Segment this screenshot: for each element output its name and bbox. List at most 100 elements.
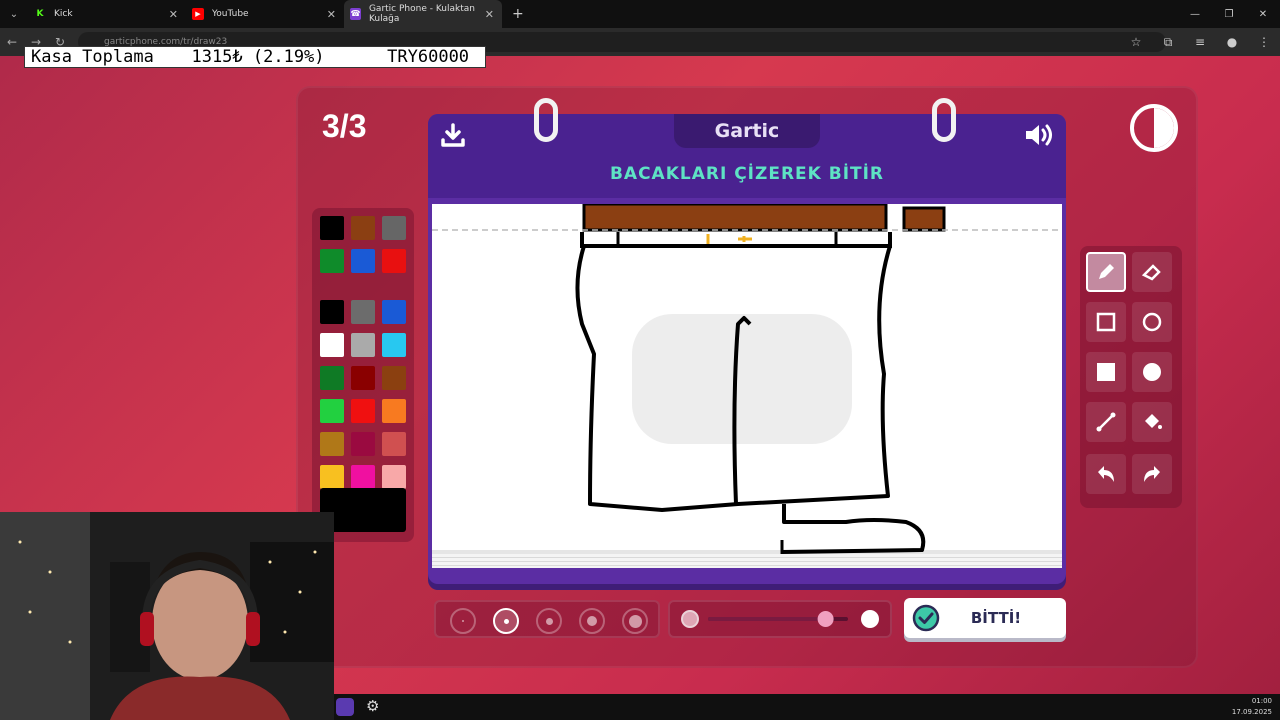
color-swatch[interactable] <box>351 333 375 357</box>
color-swatch[interactable] <box>320 465 344 489</box>
circle-fill-icon[interactable] <box>1132 352 1172 392</box>
drawing-canvas[interactable] <box>432 202 1062 556</box>
color-swatch[interactable] <box>351 366 375 390</box>
color-swatch[interactable] <box>382 249 406 273</box>
youtube-icon: ▶ <box>192 8 204 20</box>
color-swatch[interactable] <box>320 216 344 240</box>
minimize-icon[interactable]: — <box>1178 0 1212 28</box>
undo-icon[interactable] <box>1086 454 1126 494</box>
slider-thumb[interactable] <box>817 611 834 627</box>
media-icon[interactable]: ≡ <box>1184 35 1216 49</box>
ticker-amount: 1315₺ (2.19%) <box>191 47 325 67</box>
opacity-min-icon <box>681 610 699 628</box>
download-icon[interactable] <box>440 122 466 148</box>
color-swatch[interactable] <box>382 216 406 240</box>
close-tab-icon[interactable]: ✕ <box>485 8 494 21</box>
donation-ticker: Kasa Toplama 1315₺ (2.19%) TRY60000 <box>24 46 486 68</box>
tab-title: YouTube <box>212 9 249 19</box>
round-counter: 3/3 <box>322 108 367 144</box>
eraser-icon[interactable] <box>1132 252 1172 292</box>
circle-outline-icon[interactable] <box>1132 302 1172 342</box>
tab-search-icon[interactable]: ⌄ <box>0 9 28 20</box>
waistband-drawing <box>580 232 892 248</box>
binder-ring <box>932 98 956 142</box>
color-swatch[interactable] <box>320 333 344 357</box>
color-swatch[interactable] <box>320 432 344 456</box>
webcam-feed <box>0 512 334 720</box>
brush-size-option[interactable] <box>493 608 519 634</box>
gartic-logo: Gartic <box>674 114 820 148</box>
color-swatch[interactable] <box>351 399 375 423</box>
brush-size-option[interactable] <box>622 608 648 634</box>
gartic-icon: ☎ <box>350 8 361 20</box>
brush-size-selector <box>434 600 660 638</box>
done-button[interactable]: BİTTİ! <box>904 598 1066 638</box>
system-clock: 01:00 17.09.2025 <box>1232 696 1272 718</box>
belt-drawing <box>582 202 888 232</box>
color-swatch[interactable] <box>382 465 406 489</box>
taskbar-app-icon[interactable] <box>336 698 354 716</box>
color-swatch[interactable] <box>351 249 375 273</box>
shoe-drawing <box>781 504 926 554</box>
kick-icon: K <box>36 9 44 19</box>
extensions-icon[interactable]: ⧉ <box>1152 35 1184 50</box>
contrast-toggle-icon[interactable] <box>1130 104 1178 152</box>
clock-time: 01:00 <box>1251 697 1272 705</box>
line-icon[interactable] <box>1086 402 1126 442</box>
settings-gear-icon[interactable]: ⚙ <box>366 697 379 715</box>
color-swatch[interactable] <box>320 366 344 390</box>
window-controls: — ❐ ✕ <box>1178 0 1280 28</box>
browser-actions: ☆ ⧉ ≡ ● ⋮ <box>1120 28 1280 56</box>
color-swatch[interactable] <box>382 432 406 456</box>
tab-title: Kick <box>54 9 73 19</box>
bookmark-star-icon[interactable]: ☆ <box>1120 35 1152 49</box>
tab-gartic[interactable]: ☎ Gartic Phone - Kulaktan Kulağa ✕ <box>344 0 502 28</box>
color-swatch[interactable] <box>382 300 406 324</box>
profile-avatar[interactable]: ● <box>1216 35 1248 49</box>
instruction-text: BACAKLARI ÇİZEREK BİTİR <box>609 164 885 184</box>
belt-tip-drawing <box>902 206 946 232</box>
color-swatch[interactable] <box>320 399 344 423</box>
restore-icon[interactable]: ❐ <box>1212 0 1246 28</box>
browser-tab-bar: ⌄ K Kick ✕ ▶ YouTube ✕ ☎ Gartic Phone - … <box>0 0 1280 28</box>
color-swatch[interactable] <box>351 216 375 240</box>
square-fill-icon[interactable] <box>1086 352 1126 392</box>
color-swatch[interactable] <box>320 300 344 324</box>
fill-bucket-icon[interactable] <box>1132 402 1172 442</box>
volume-icon[interactable] <box>1024 122 1056 148</box>
close-tab-icon[interactable]: ✕ <box>169 8 178 21</box>
color-palette <box>312 208 414 542</box>
close-tab-icon[interactable]: ✕ <box>327 8 336 21</box>
redo-icon[interactable] <box>1132 454 1172 494</box>
new-tab-icon[interactable]: + <box>512 6 524 22</box>
ticker-label: Kasa Toplama <box>31 47 154 67</box>
done-label: BİTTİ! <box>970 609 1022 627</box>
ticker-goal: TRY60000 <box>387 47 470 67</box>
tools-panel <box>1080 246 1182 508</box>
close-window-icon[interactable]: ✕ <box>1246 0 1280 28</box>
drawing-svg <box>432 202 1062 556</box>
square-outline-icon[interactable] <box>1086 302 1126 342</box>
color-swatch[interactable] <box>382 399 406 423</box>
drawing-board: Gartic BACAKLARI ÇİZEREK BİTİR <box>428 98 1066 584</box>
tab-youtube[interactable]: ▶ YouTube ✕ <box>186 0 344 28</box>
clock-date: 17.09.2025 <box>1231 708 1272 716</box>
color-swatch[interactable] <box>382 366 406 390</box>
taskbar: ⚙ 01:00 17.09.2025 <box>334 694 1280 720</box>
opacity-max-icon <box>861 610 879 628</box>
page-edge <box>432 554 1062 568</box>
brush-size-option[interactable] <box>536 608 562 634</box>
menu-icon[interactable]: ⋮ <box>1248 35 1280 49</box>
color-swatch[interactable] <box>382 333 406 357</box>
color-swatch[interactable] <box>320 249 344 273</box>
binder-ring <box>534 98 558 142</box>
color-swatch[interactable] <box>351 300 375 324</box>
brush-size-option[interactable] <box>450 608 476 634</box>
opacity-slider[interactable] <box>668 600 892 638</box>
color-swatch[interactable] <box>351 465 375 489</box>
back-icon[interactable]: ← <box>0 35 24 49</box>
color-swatch[interactable] <box>351 432 375 456</box>
pencil-icon[interactable] <box>1086 252 1126 292</box>
tab-kick[interactable]: K Kick ✕ <box>28 0 186 28</box>
brush-size-option[interactable] <box>579 608 605 634</box>
